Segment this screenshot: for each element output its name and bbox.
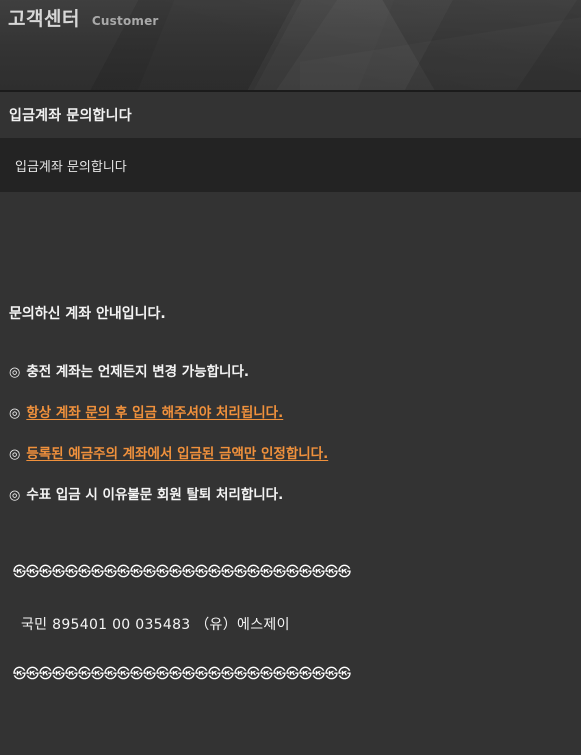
- brand-title-english: Customer: [91, 14, 159, 28]
- separator-row-bottom: ㉿㉿㉿㉿㉿㉿㉿㉿㉿㉿㉿㉿㉿㉿㉿㉿㉿㉿㉿㉿㉿㉿㉿㉿㉿㉿: [13, 667, 352, 682]
- double-circle-icon: ◎: [9, 365, 21, 380]
- post-subject: 입금계좌 문의합니다: [15, 159, 127, 175]
- post-subject-bar: 입금계좌 문의합니다: [0, 138, 581, 192]
- content-gap: [9, 635, 572, 666]
- header-facet-decoration: [376, 0, 581, 90]
- notice-text: 충전 계좌는 언제든지 변경 가능합니다.: [26, 364, 249, 380]
- content-gap: [9, 527, 572, 564]
- double-circle-icon: ◎: [9, 488, 21, 503]
- content-top-spacer: [9, 192, 572, 305]
- separator-row-top: ㉿㉿㉿㉿㉿㉿㉿㉿㉿㉿㉿㉿㉿㉿㉿㉿㉿㉿㉿㉿㉿㉿㉿㉿㉿㉿: [13, 565, 352, 580]
- bank-account-line: 국민 895401 00 035483 （유）에스제이: [21, 617, 290, 633]
- content-gap: [9, 324, 572, 363]
- notice-text[interactable]: 항상 계좌 문의 후 입금 해주셔야 처리됩니다.: [26, 404, 283, 423]
- notice-item: ◎ 항상 계좌 문의 후 입금 해주셔야 처리됩니다.: [9, 404, 572, 423]
- notice-item: ◎ 등록된 예금주의 계좌에서 입금된 금액만 인정합니다.: [9, 445, 572, 464]
- content-gap: [9, 582, 572, 615]
- header-brand-group: 고객센터 Customer: [8, 4, 159, 31]
- brand-title-korean: 고객센터: [8, 8, 80, 30]
- double-circle-icon: ◎: [9, 447, 21, 462]
- post-title-bar: 입금계좌 문의합니다: [0, 92, 581, 138]
- app-header: 고객센터 Customer: [0, 0, 581, 90]
- double-circle-icon: ◎: [9, 406, 21, 421]
- page-title: 입금계좌 문의합니다: [9, 108, 132, 124]
- notice-item: ◎ 충전 계좌는 언제든지 변경 가능합니다.: [9, 363, 572, 382]
- notice-text[interactable]: 등록된 예금주의 계좌에서 입금된 금액만 인정합니다.: [26, 445, 328, 464]
- header-facet-decoration: [300, 14, 581, 90]
- header-facet-decoration: [236, 0, 581, 90]
- notice-list: ◎ 충전 계좌는 언제든지 변경 가능합니다. ◎ 항상 계좌 문의 후 입금 해주셔…: [9, 363, 572, 505]
- notice-text: 수표 입금 시 이유불문 회원 탈퇴 처리합니다.: [26, 487, 284, 503]
- post-content: 문의하신 계좌 안내입니다. ◎ 충전 계좌는 언제든지 변경 가능합니다. ◎ 항상…: [0, 192, 581, 684]
- notice-item: ◎ 수표 입금 시 이유불문 회원 탈퇴 처리합니다.: [9, 486, 572, 505]
- content-lead-text: 문의하신 계좌 안내입니다.: [9, 306, 166, 322]
